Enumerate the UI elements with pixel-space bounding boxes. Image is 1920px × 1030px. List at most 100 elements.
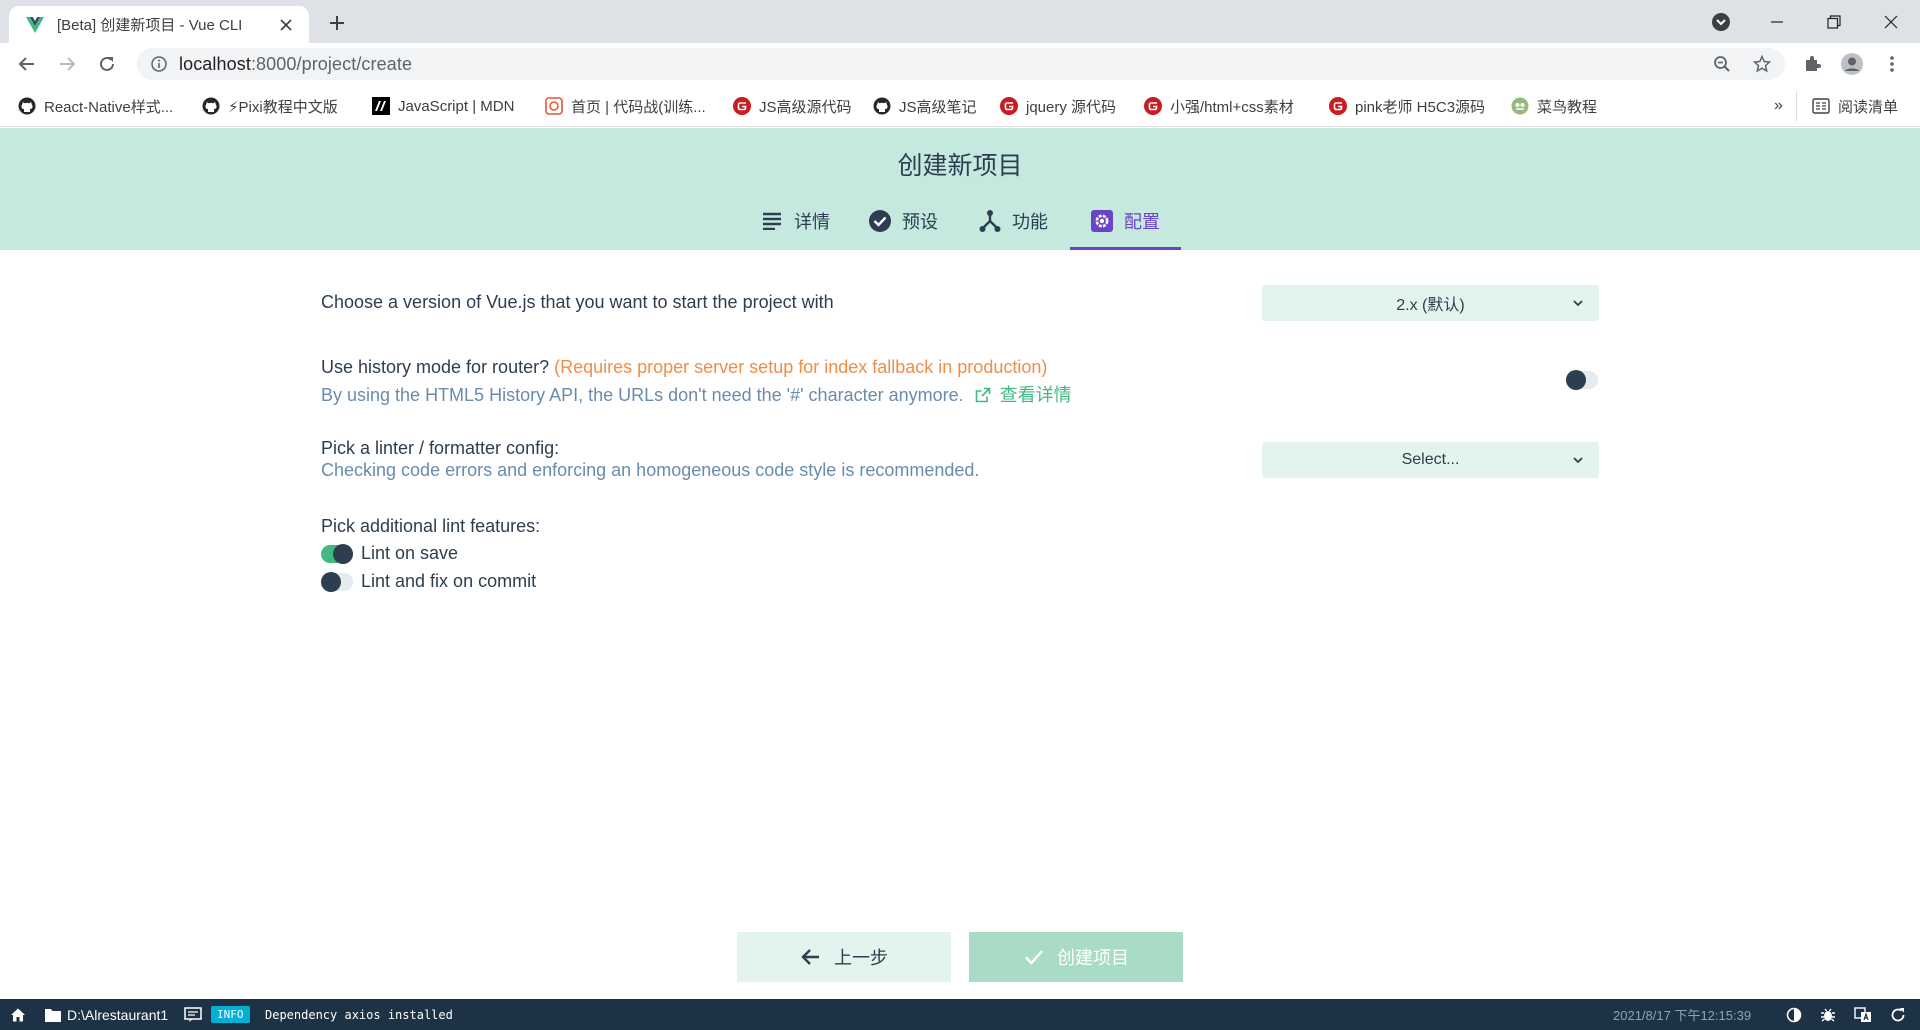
url-text: localhost:8000/project/create: [179, 53, 413, 74]
dark-mode-icon[interactable]: [1786, 999, 1802, 1030]
github-icon: [202, 97, 220, 115]
create-project-button[interactable]: 创建项目: [969, 932, 1183, 982]
settings-icon: [1090, 209, 1114, 233]
tab-search-icon[interactable]: [1692, 0, 1750, 43]
previous-step-button[interactable]: 上一步: [737, 932, 951, 982]
bookmark-item[interactable]: pink老师 H5C3源码: [1329, 95, 1485, 117]
vue-logo-icon: [25, 15, 45, 35]
browser-toolbar: localhost:8000/project/create: [0, 43, 1920, 85]
reading-list-button[interactable]: 阅读清单: [1812, 95, 1898, 117]
project-create-header: 创建新项目 详情 预设 功能 配置: [0, 128, 1920, 250]
restore-icon[interactable]: [1805, 0, 1863, 43]
lint-fix-on-commit-label[interactable]: Lint and fix on commit: [361, 571, 536, 592]
forward-icon[interactable]: [53, 50, 81, 78]
lint-features-label: Pick additional lint features:: [321, 516, 541, 536]
step-tabs: 详情 预设 功能 配置: [0, 192, 1920, 250]
reading-list-label: 阅读清单: [1838, 98, 1899, 116]
tab-label: 配置: [1124, 212, 1160, 232]
close-tab-icon[interactable]: [275, 14, 297, 36]
back-icon[interactable]: [13, 50, 41, 78]
bookmark-item[interactable]: 小强/html+css素材: [1144, 95, 1294, 117]
bookmark-label: ⚡Pixi教程中文版: [228, 98, 338, 116]
current-folder[interactable]: D:\Alrestaurant1: [45, 999, 168, 1030]
gitee-icon: [1144, 97, 1162, 115]
bookmark-item[interactable]: 菜鸟教程: [1511, 95, 1597, 117]
history-mode-label: Use history mode for router? (Requires p…: [321, 357, 1048, 377]
page-title: 创建新项目: [897, 152, 1023, 180]
bookmark-item[interactable]: JS高级源代码: [733, 95, 852, 117]
bookmark-item[interactable]: JS高级笔记: [873, 95, 977, 117]
linter-description: Checking code errors and enforcing an ho…: [321, 460, 980, 480]
bookmarks-divider: [1796, 91, 1797, 121]
vue-version-value: 2.x (默认): [1396, 297, 1465, 314]
reload-icon[interactable]: [93, 50, 121, 78]
gitee-icon: [1329, 97, 1347, 115]
bookmark-star-icon[interactable]: [1748, 50, 1776, 78]
tab-details[interactable]: 详情: [760, 192, 830, 250]
tab-presets[interactable]: 预设: [868, 192, 938, 250]
console-log-icon[interactable]: [184, 999, 202, 1030]
more-bookmarks-button[interactable]: »: [1774, 95, 1783, 117]
refresh-icon[interactable]: [1890, 999, 1906, 1030]
more-info-link[interactable]: 查看详情: [975, 385, 1072, 405]
browser-tab[interactable]: [Beta] 创建新项目 - Vue CLI: [9, 6, 309, 43]
log-level-badge: INFO: [211, 999, 250, 1030]
external-link-icon: [975, 387, 990, 403]
codewars-icon: [545, 97, 563, 115]
bookmark-item[interactable]: jquery 源代码: [1000, 95, 1116, 117]
bookmark-label: JS高级源代码: [759, 98, 852, 116]
linter-select[interactable]: Select...: [1262, 442, 1599, 478]
bookmark-item[interactable]: ⚡Pixi教程中文版: [202, 95, 338, 117]
arrow-left-icon: [800, 946, 822, 968]
github-icon: [18, 97, 36, 115]
address-bar[interactable]: localhost:8000/project/create: [137, 48, 1785, 80]
create-project-label: 创建项目: [1057, 948, 1129, 968]
log-message: Dependency axios installed: [265, 1007, 453, 1022]
profile-avatar-icon[interactable]: [1838, 50, 1866, 78]
reading-list-icon: [1812, 97, 1830, 115]
new-tab-icon[interactable]: [322, 8, 352, 38]
bookmark-label: pink老师 H5C3源码: [1355, 98, 1486, 116]
translate-icon[interactable]: [1854, 999, 1872, 1030]
previous-step-label: 上一步: [834, 948, 888, 968]
bookmark-item[interactable]: JavaScript | MDN: [372, 95, 514, 117]
tab-config[interactable]: 配置: [1090, 192, 1160, 250]
check-circle-icon: [868, 209, 892, 233]
history-mode-toggle[interactable]: [1566, 370, 1598, 390]
list-icon: [760, 209, 784, 233]
lint-fix-on-commit-toggle[interactable]: [321, 572, 353, 592]
status-time: 2021/8/17 下午12:15:39: [1613, 1008, 1752, 1023]
lint-on-save-label[interactable]: Lint on save: [361, 543, 458, 564]
folder-icon: [45, 1008, 61, 1022]
vue-version-label: Choose a version of Vue.js that you want…: [321, 292, 834, 312]
vue-version-select[interactable]: 2.x (默认): [1262, 285, 1599, 321]
home-icon[interactable]: [10, 999, 26, 1030]
bookmark-label: 首页 | 代码战(训练...: [571, 98, 706, 116]
bug-report-icon[interactable]: [1820, 999, 1836, 1030]
menu-kebab-icon[interactable]: [1878, 50, 1906, 78]
active-tab-indicator: [1070, 247, 1181, 250]
tab-label: 功能: [1012, 212, 1048, 232]
tab-features[interactable]: 功能: [978, 192, 1048, 250]
extensions-icon[interactable]: [1798, 50, 1826, 78]
gitee-icon: [733, 97, 751, 115]
bookmark-label: 小强/html+css素材: [1170, 98, 1294, 116]
history-mode-description: By using the HTML5 History API, the URLs…: [321, 385, 1072, 405]
info-icon[interactable]: [151, 56, 167, 72]
minimize-icon[interactable]: [1748, 0, 1806, 43]
bookmark-label: 菜鸟教程: [1537, 98, 1598, 116]
bookmark-item[interactable]: React-Native样式...: [18, 95, 173, 117]
linter-label: Pick a linter / formatter config:: [321, 438, 560, 458]
bookmark-label: jquery 源代码: [1026, 98, 1117, 116]
check-icon: [1023, 946, 1045, 968]
zoom-icon[interactable]: [1708, 50, 1736, 78]
current-folder-path: D:\Alrestaurant1: [67, 1006, 169, 1023]
chevron-down-icon: [1571, 453, 1585, 467]
bookmark-label: React-Native样式...: [44, 98, 174, 116]
close-window-icon[interactable]: [1862, 0, 1920, 43]
bookmark-item[interactable]: 首页 | 代码战(训练...: [545, 95, 706, 117]
runoob-icon: [1511, 97, 1529, 115]
browser-tabstrip: [Beta] 创建新项目 - Vue CLI: [0, 0, 1920, 43]
lint-on-save-toggle[interactable]: [321, 544, 353, 564]
tab-label: 详情: [794, 212, 830, 232]
